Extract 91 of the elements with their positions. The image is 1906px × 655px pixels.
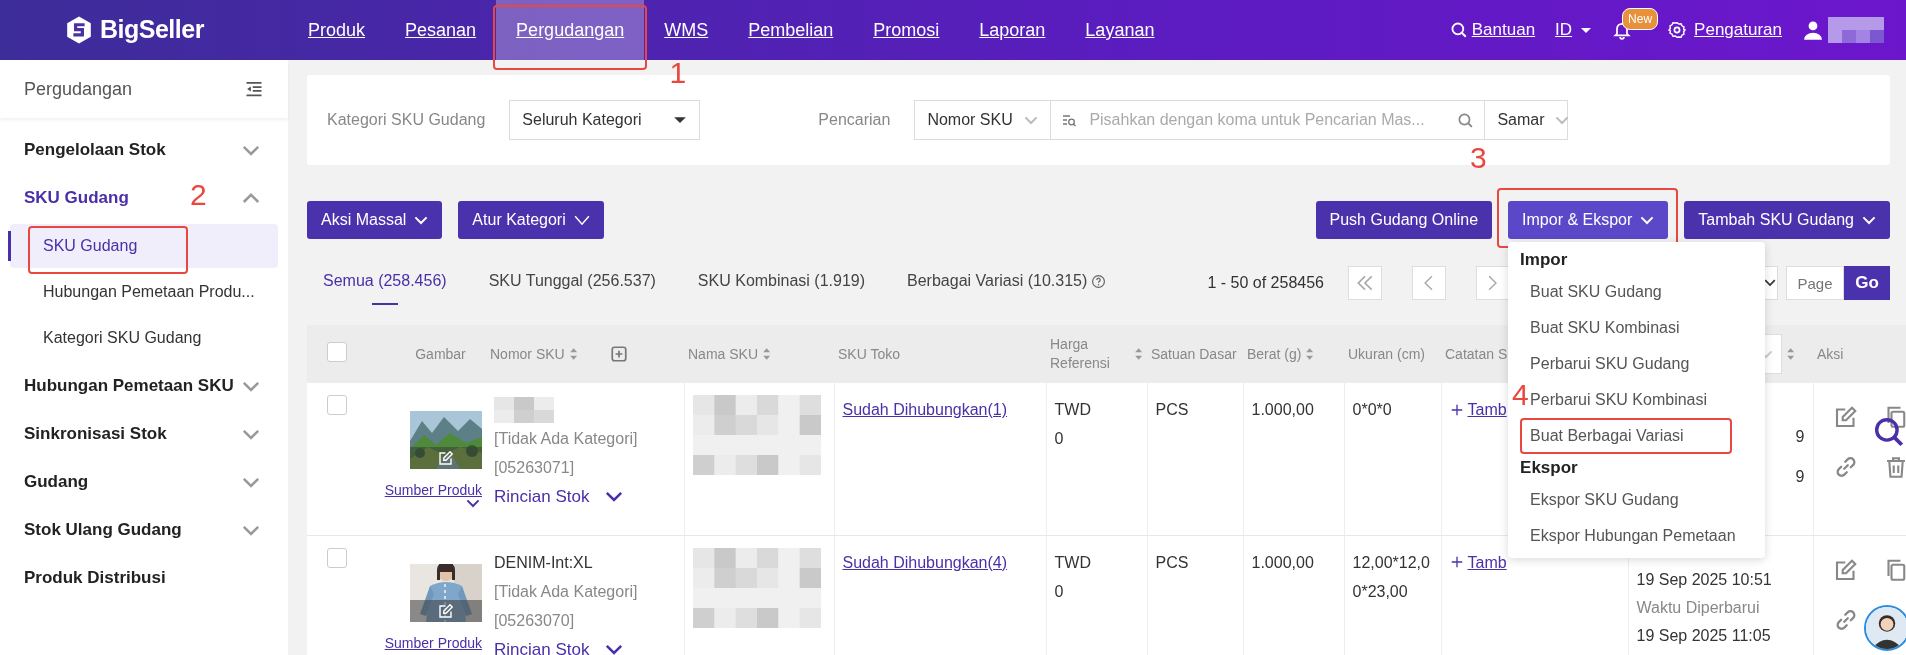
sku-category: [Tidak Ada Kategori] [494,429,639,449]
source-link[interactable]: Sumber Produk [384,633,482,652]
column-header: Nomor SKU [490,344,565,364]
weight-text: 1.000,00 [1251,552,1315,573]
sidebar-item[interactable]: Produk Distribusi [24,565,166,591]
sidebar-item[interactable]: Gudang [24,469,89,495]
menu-item[interactable]: Ekspor Hubungan Pemetaan [1530,518,1736,554]
sidebar-item[interactable]: Hubungan Pemetaan SKU [24,373,234,399]
column-header: Ukuran (cm) [1348,344,1425,364]
match-mode-select[interactable]: Samar [1484,100,1569,140]
column-header: Gambar [415,344,466,364]
sidebar-subitem[interactable]: SKU Gudang [10,224,278,268]
sidebar-title: Pergudangan [24,77,133,101]
column-header: Aksi [1817,344,1844,364]
filter-tab[interactable]: SKU Tunggal (256.537) [488,261,656,305]
dropdown-button[interactable]: Impor & Ekspor [1508,201,1669,239]
currency-text: TWD [1054,400,1092,420]
menu-item[interactable]: Ekspor SKU Gudang [1530,482,1679,518]
add-note-link[interactable]: Tamb [1449,395,1507,424]
go-button[interactable]: Go [1844,266,1890,300]
page-input[interactable]: Page [1786,266,1844,300]
unit-text: PCS [1155,400,1190,420]
callout-number: 2 [190,180,207,210]
callout-number: 4 [1512,380,1529,410]
filter-tab[interactable]: Berbagai Variasi (10.315) [907,261,1107,305]
sidebar-item[interactable]: Sinkronisasi Stok [24,421,167,447]
time-value: 19 Sep 2025 10:51 [1636,569,1772,590]
dropdown-button[interactable]: Tambah SKU Gudang [1684,201,1890,239]
source-link[interactable]: Sumber Produk [384,481,482,499]
search-field-select[interactable]: Nomor SKU [914,100,1052,140]
nav-tab[interactable]: Pergudangan [496,0,645,60]
size-text: 0*0*0 [1352,400,1393,420]
nav-tab[interactable]: Layanan [1065,0,1175,60]
nav-tab[interactable]: WMS [644,0,729,60]
language-selector[interactable]: ID [1555,17,1593,43]
size-text: 12,00*12,00*23,00 [1352,552,1431,602]
sidebar-subitem[interactable]: Kategori SKU Gudang [10,316,278,360]
help-link[interactable]: Bantuan [1449,17,1536,43]
filter-label: Kategori SKU Gudang [327,110,486,130]
store-sku-link[interactable]: Sudah Dihubungkan(4) [842,553,1008,571]
column-header: Nama SKU [688,344,759,364]
filter-tab[interactable]: SKU Kombinasi (1.919) [697,261,866,305]
column-header: SKU Toko [838,344,900,364]
callout-number: 3 [1470,143,1487,173]
stock-details-link[interactable]: Rincian Stok [494,482,624,511]
menu-item[interactable]: Buat SKU Gudang [1530,274,1662,310]
unit-text: PCS [1155,552,1190,573]
pagination-range: 1 - 50 of 258456 [1207,273,1324,293]
push-button[interactable]: Push Gudang Online [1315,201,1493,239]
time-value: 9 [1795,467,1805,487]
sidebar-subitem[interactable]: Hubungan Pemetaan Produ... [10,270,278,314]
time-value: 19 Sep 2025 11:05 [1636,625,1771,646]
callout-number: 1 [669,58,687,88]
menu-item[interactable]: Perbarui SKU Gudang [1530,346,1690,382]
sku-code: [05263070] [494,610,576,631]
add-note-link[interactable]: Tamb [1449,547,1507,577]
nav-tab[interactable]: Pembelian [728,0,854,60]
price-text: 0 [1054,429,1065,449]
menu-item[interactable]: Buat SKU Kombinasi [1530,310,1680,346]
dropdown-button[interactable]: Aksi Massal [307,201,443,239]
dropdown-button[interactable]: Atur Kategori [458,201,604,239]
store-sku-link[interactable]: Sudah Dihubungkan(1) [842,401,1008,418]
menu-item[interactable]: Perbarui SKU Kombinasi [1530,382,1708,418]
notification-badge: New [1622,8,1659,30]
nav-tab[interactable]: Pesanan [385,0,497,60]
column-header: Catatan S [1445,344,1508,364]
sku-number: DENIM-Int:XL [494,552,594,573]
column-header: Berat (g) [1247,344,1302,364]
sku-category: [Tidak Ada Kategori] [494,581,639,602]
time-label: Waktu Diperbarui [1636,597,1760,618]
sidebar-item[interactable]: SKU Gudang [24,185,129,211]
nav-tab[interactable]: Produk [288,0,386,60]
time-value: 9 [1795,427,1805,447]
nav-tab[interactable]: Promosi [853,0,960,60]
brand-name: BigSeller [100,14,204,46]
settings-link[interactable]: Pengaturan [1668,17,1782,43]
stock-details-link[interactable]: Rincian Stok [494,634,624,655]
filter-label: Pencarian [818,110,891,130]
filter-tab[interactable]: Semua (258.456) [323,261,447,305]
weight-text: 1.000,00 [1251,400,1315,420]
menu-section-title: Impor [1520,249,1569,272]
sidebar-item[interactable]: Pengelolaan Stok [24,137,166,163]
column-header: Harga Referensi [1050,335,1111,373]
menu-section-title: Ekspor [1520,457,1579,480]
nav-tab[interactable]: Laporan [959,0,1066,60]
column-header: Satuan Dasar [1151,344,1237,364]
sku-code: [05263071] [494,458,576,478]
currency-text: TWD [1054,552,1092,573]
category-select[interactable]: Seluruh Kategori [509,100,701,140]
price-text: 0 [1054,581,1065,602]
sidebar-item[interactable]: Stok Ulang Gudang [24,517,182,543]
